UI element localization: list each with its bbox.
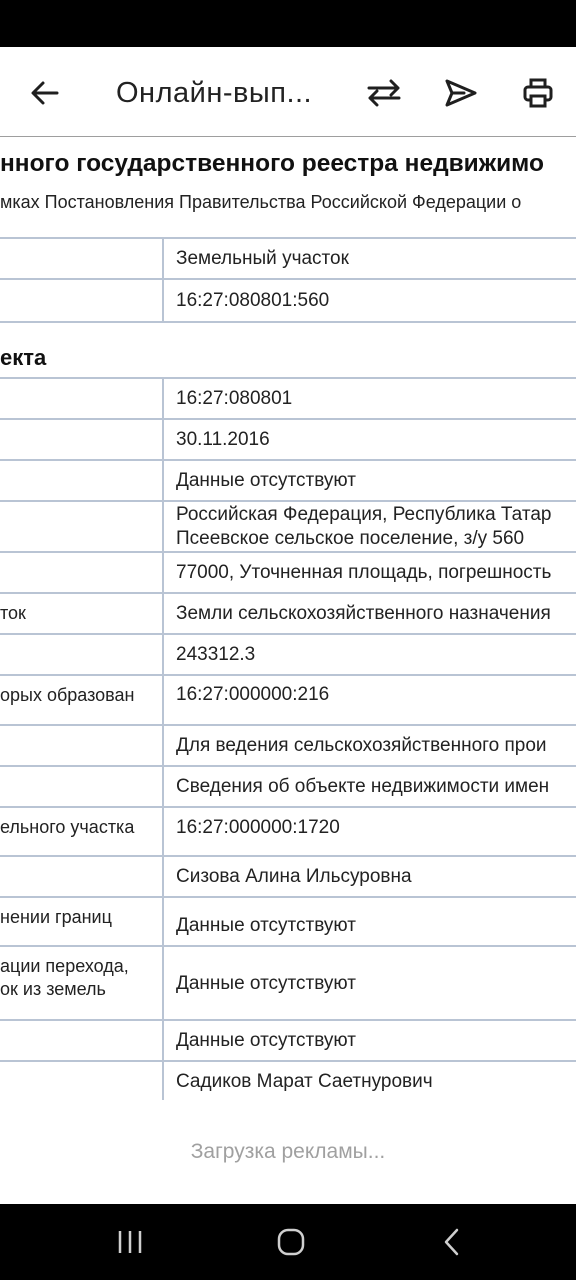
printer-icon bbox=[523, 78, 553, 108]
recents-button[interactable] bbox=[100, 1222, 160, 1262]
nav-back-button[interactable] bbox=[422, 1222, 482, 1262]
row-label-line2: ок из земель bbox=[0, 979, 106, 999]
home-button[interactable] bbox=[261, 1222, 321, 1262]
swap-arrows-icon bbox=[367, 79, 401, 107]
row-value: 77000, Уточненная площадь, погрешность bbox=[176, 562, 552, 583]
table-row: ельного участка 16:27:000000:1720 bbox=[0, 806, 576, 856]
row-label bbox=[0, 1021, 164, 1061]
row-label bbox=[0, 239, 164, 279]
row-label-wrap: ации перехода, ок из земель bbox=[0, 947, 164, 1020]
row-value: 16:27:000000:216 bbox=[176, 684, 330, 705]
table-row: 243312.3 bbox=[0, 633, 576, 675]
row-value: Данные отсутствуют bbox=[176, 972, 356, 994]
row-label bbox=[0, 420, 164, 460]
section-heading: екта bbox=[0, 345, 47, 370]
table-row: Российская Федерация, Республика Татар П… bbox=[0, 500, 576, 552]
send-button[interactable] bbox=[441, 73, 481, 113]
row-value: Сведения об объекте недвижимости имен bbox=[176, 776, 550, 797]
ad-loading-text: Загрузка рекламы... bbox=[190, 1140, 386, 1163]
back-button[interactable] bbox=[25, 73, 65, 113]
table-row: 16:27:080801 bbox=[0, 377, 576, 419]
print-button[interactable] bbox=[518, 73, 558, 113]
table-row: 30.11.2016 bbox=[0, 418, 576, 460]
status-bar bbox=[0, 0, 576, 47]
recents-icon bbox=[118, 1231, 142, 1253]
row-label: орых образован bbox=[0, 676, 164, 725]
chevron-left-icon bbox=[444, 1228, 459, 1256]
document-view[interactable]: нного государственного реестра недвижимо… bbox=[0, 137, 576, 1100]
row-label bbox=[0, 726, 164, 766]
row-label: ток bbox=[0, 594, 164, 634]
row-value: Данные отсутствуют bbox=[176, 470, 356, 491]
row-label bbox=[0, 767, 164, 807]
document-subtitle: мках Постановления Правительства Российс… bbox=[0, 192, 522, 212]
row-value: Земли сельскохозяйственного назначения bbox=[176, 603, 551, 624]
row-label bbox=[0, 635, 164, 675]
row-value: 30.11.2016 bbox=[176, 429, 270, 450]
row-value: Российская Федерация, Республика Татар bbox=[176, 504, 552, 525]
table-row: Сведения об объекте недвижимости имен bbox=[0, 765, 576, 807]
row-value-line2: Псеевское сельское поселение, з/у 560 bbox=[176, 528, 525, 549]
row-label bbox=[0, 461, 164, 501]
table-row: орых образован 16:27:000000:216 bbox=[0, 674, 576, 725]
app-bar: Онлайн-вып... bbox=[0, 47, 576, 137]
table-row: 16:27:080801:560 bbox=[0, 278, 576, 323]
row-value: Сизова Алина Ильсуровна bbox=[176, 866, 412, 887]
table-row: Данные отсутствуют bbox=[0, 459, 576, 501]
row-label: нении границ bbox=[0, 898, 164, 946]
system-nav-bar bbox=[0, 1204, 576, 1280]
row-value: 16:27:000000:1720 bbox=[176, 817, 340, 838]
arrow-left-icon bbox=[31, 81, 59, 105]
send-icon bbox=[445, 79, 477, 107]
table-row: Садиков Марат Саетнурович bbox=[0, 1060, 576, 1100]
table-row: Сизова Алина Ильсуровна bbox=[0, 855, 576, 897]
table-row: 77000, Уточненная площадь, погрешность bbox=[0, 551, 576, 593]
row-label bbox=[0, 379, 164, 419]
table-row: ации перехода, ок из земель Данные отсут… bbox=[0, 945, 576, 1020]
row-label bbox=[0, 502, 164, 552]
document-title: нного государственного реестра недвижимо bbox=[0, 150, 544, 177]
ad-banner: Загрузка рекламы... bbox=[0, 1100, 576, 1204]
page-title: Онлайн-вып... bbox=[116, 77, 313, 109]
row-value: Данные отсутствуют bbox=[176, 915, 356, 936]
row-value: 16:27:080801 bbox=[176, 388, 293, 409]
row-value: 16:27:080801:560 bbox=[176, 289, 330, 311]
row-label bbox=[0, 553, 164, 593]
table-row: Земельный участок bbox=[0, 237, 576, 279]
row-label bbox=[0, 857, 164, 897]
home-icon bbox=[277, 1228, 305, 1256]
table-row: Для ведения сельскохозяйственного прои bbox=[0, 724, 576, 766]
swap-button[interactable] bbox=[364, 73, 404, 113]
row-label bbox=[0, 280, 164, 321]
table-row: Данные отсутствуют bbox=[0, 1019, 576, 1061]
row-value: Данные отсутствуют bbox=[176, 1030, 356, 1051]
table-row: ток Земли сельскохозяйственного назначен… bbox=[0, 592, 576, 634]
row-label bbox=[0, 1062, 164, 1100]
table-row: нении границ Данные отсутствуют bbox=[0, 896, 576, 946]
row-value: 243312.3 bbox=[176, 644, 256, 665]
row-label: ельного участка bbox=[0, 808, 164, 856]
row-value: Садиков Марат Саетнурович bbox=[176, 1071, 433, 1092]
row-label: ации перехода, bbox=[0, 956, 129, 976]
row-value: Земельный участок bbox=[176, 248, 349, 269]
row-value: Для ведения сельскохозяйственного прои bbox=[176, 735, 547, 756]
